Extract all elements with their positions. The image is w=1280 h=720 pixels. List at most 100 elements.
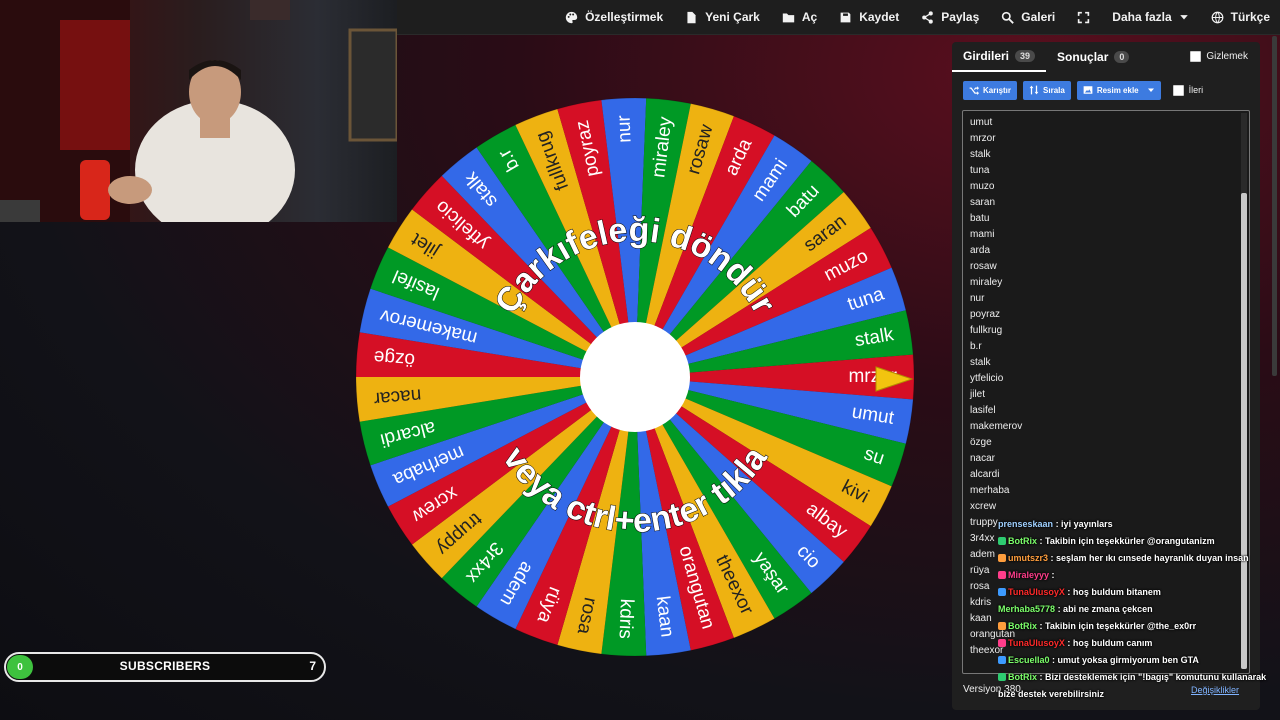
webcam-feed	[0, 0, 397, 222]
entry-line: b.r	[970, 341, 982, 352]
more-menu-button[interactable]: Daha fazla	[1112, 10, 1188, 24]
wheel-segment-label: nacar	[372, 384, 422, 409]
chat-message: TunaUlusoyX : hoş buldum canım	[998, 635, 1276, 652]
main-menu: Özelleştirmek Yeni Çark Aç Kaydet Paylaş…	[565, 0, 1270, 34]
wheel-graphic[interactable]: mrzorumutsukivialbaycioyaşartheexororang…	[346, 88, 924, 666]
chat-overlay: prenseskaan : iyi yayınlars BotRix : Taki…	[998, 516, 1276, 703]
tab-entries[interactable]: Girdileri 39	[952, 42, 1047, 72]
advanced-toggle[interactable]: İleri	[1172, 84, 1204, 96]
entry-line: özge	[970, 437, 992, 448]
chat-username: BotRix	[1008, 536, 1037, 546]
tab-results-label: Sonuçlar	[1057, 50, 1109, 64]
entry-line: nacar	[970, 453, 996, 464]
entry-line: muzo	[970, 181, 995, 192]
save-label: Kaydet	[859, 10, 900, 24]
sort-button[interactable]: Sırala	[1023, 80, 1071, 100]
tab-entries-label: Girdileri	[963, 49, 1010, 63]
webcam-image	[0, 0, 397, 222]
fullscreen-button[interactable]	[1077, 11, 1090, 24]
subscribers-label: SUBSCRIBERS	[119, 659, 211, 673]
share-button[interactable]: Paylaş	[921, 10, 979, 24]
fullscreen-icon	[1078, 11, 1090, 23]
chat-message: prenseskaan : iyi yayınlars	[998, 516, 1276, 533]
chat-badge-icon	[998, 622, 1006, 630]
language-label: Türkçe	[1230, 10, 1270, 24]
chat-badge-icon	[998, 656, 1006, 664]
wheel-center[interactable]	[580, 322, 690, 432]
search-icon	[1002, 11, 1015, 24]
wheel-segment-label: kdris	[614, 598, 637, 639]
chat-message: Merhaba5778 : abi ne zmana çekcen	[998, 601, 1276, 618]
sort-icon	[1029, 85, 1039, 95]
entry-line: rosaw	[970, 261, 997, 272]
chat-text: : seşlam her ıkı cınsede hayranlık duyan…	[1050, 553, 1249, 563]
chat-message: BotRix : Takibin için teşekkürler @orang…	[998, 533, 1276, 550]
hide-checkbox[interactable]	[1190, 51, 1202, 62]
globe-icon	[1211, 11, 1224, 23]
chat-username: TunaUlusoyX	[1008, 587, 1065, 597]
tab-results[interactable]: Sonuçlar 0	[1046, 42, 1140, 72]
entry-line: nur	[970, 293, 985, 304]
chat-username: Merhaba5778	[998, 604, 1056, 614]
chat-username: Miraleyyy	[1008, 570, 1050, 580]
chat-username: Escuella0	[1008, 655, 1050, 665]
chat-text: : Bizi desteklemek için "!bagış" komutun…	[998, 672, 1267, 699]
share-label: Paylaş	[941, 10, 980, 24]
chat-username: TunaUlusoyX	[1008, 638, 1065, 648]
file-icon	[687, 11, 696, 23]
entry-line: saran	[970, 197, 996, 208]
chat-text: : Takibin için teşekkürler @orangutanizm	[1039, 536, 1215, 546]
save-button[interactable]: Kaydet	[839, 10, 899, 24]
entry-line: ytfelicio	[970, 373, 1004, 384]
share-icon	[922, 10, 933, 24]
entry-line: alcardi	[970, 469, 1000, 480]
entry-line: mrzor	[970, 133, 996, 144]
entry-line: xcrew	[970, 501, 997, 512]
image-icon	[1083, 86, 1093, 94]
hide-toggle[interactable]: Gizlemek	[1190, 51, 1248, 62]
entries-count-badge: 39	[1015, 50, 1036, 62]
chat-message: TunaUlusoyX : hoş buldum bitanem	[998, 584, 1276, 601]
chat-username: BotRix	[1008, 621, 1037, 631]
shuffle-button[interactable]: Karıştır	[963, 80, 1018, 100]
save-icon	[840, 12, 851, 22]
language-button[interactable]: Türkçe	[1211, 10, 1270, 24]
entry-line: mami	[970, 229, 995, 240]
entry-line: jilet	[970, 389, 986, 400]
results-count-badge: 0	[1114, 51, 1130, 63]
chevron-down-icon	[1179, 15, 1188, 20]
chat-text: : hoş buldum canım	[1067, 638, 1153, 648]
folder-icon	[782, 12, 795, 22]
shuffle-label: Karıştır	[983, 85, 1012, 95]
more-label: Daha fazla	[1112, 10, 1172, 24]
gallery-button[interactable]: Galeri	[1001, 10, 1055, 24]
add-image-label: Resim ekle	[1096, 85, 1139, 95]
chat-text: : umut yoksa girmiyorum ben GTA	[1052, 655, 1199, 665]
chat-badge-icon	[998, 673, 1006, 681]
advanced-label: İleri	[1188, 85, 1204, 95]
chat-message: Miraleyyy :	[998, 567, 1276, 584]
entry-line: miraley	[970, 277, 1003, 288]
advanced-checkbox[interactable]	[1172, 84, 1184, 96]
entry-line: merhaba	[970, 485, 1010, 496]
shuffle-icon	[969, 86, 979, 95]
new-wheel-button[interactable]: Yeni Çark	[685, 10, 760, 24]
page-scrollbar[interactable]	[1272, 36, 1277, 376]
chat-text: :	[1051, 570, 1055, 580]
open-button[interactable]: Aç	[782, 10, 817, 24]
entry-line: stalk	[970, 357, 991, 368]
chat-text: : hoş buldum bitanem	[1067, 587, 1161, 597]
sort-label: Sırala	[1043, 85, 1065, 95]
entry-line: poyraz	[970, 309, 1001, 320]
entry-line: lasifel	[970, 405, 996, 416]
wheel-segment-label: nur	[613, 114, 635, 143]
chat-badge-icon	[998, 537, 1006, 545]
spin-wheel[interactable]: mrzor umut su kivi albay cio yaşar theexor orang…	[346, 88, 924, 666]
add-image-button[interactable]: Resim ekle	[1076, 80, 1161, 100]
wheel-segment-label: özge	[373, 346, 416, 370]
chat-message: Escuella0 : umut yoksa girmiyorum ben GT…	[998, 652, 1276, 669]
chat-text: : iyi yayınlars	[1055, 519, 1113, 529]
customize-button[interactable]: Özelleştirmek	[565, 10, 663, 24]
entry-line: umut	[970, 117, 993, 128]
chat-badge-icon	[998, 554, 1006, 562]
